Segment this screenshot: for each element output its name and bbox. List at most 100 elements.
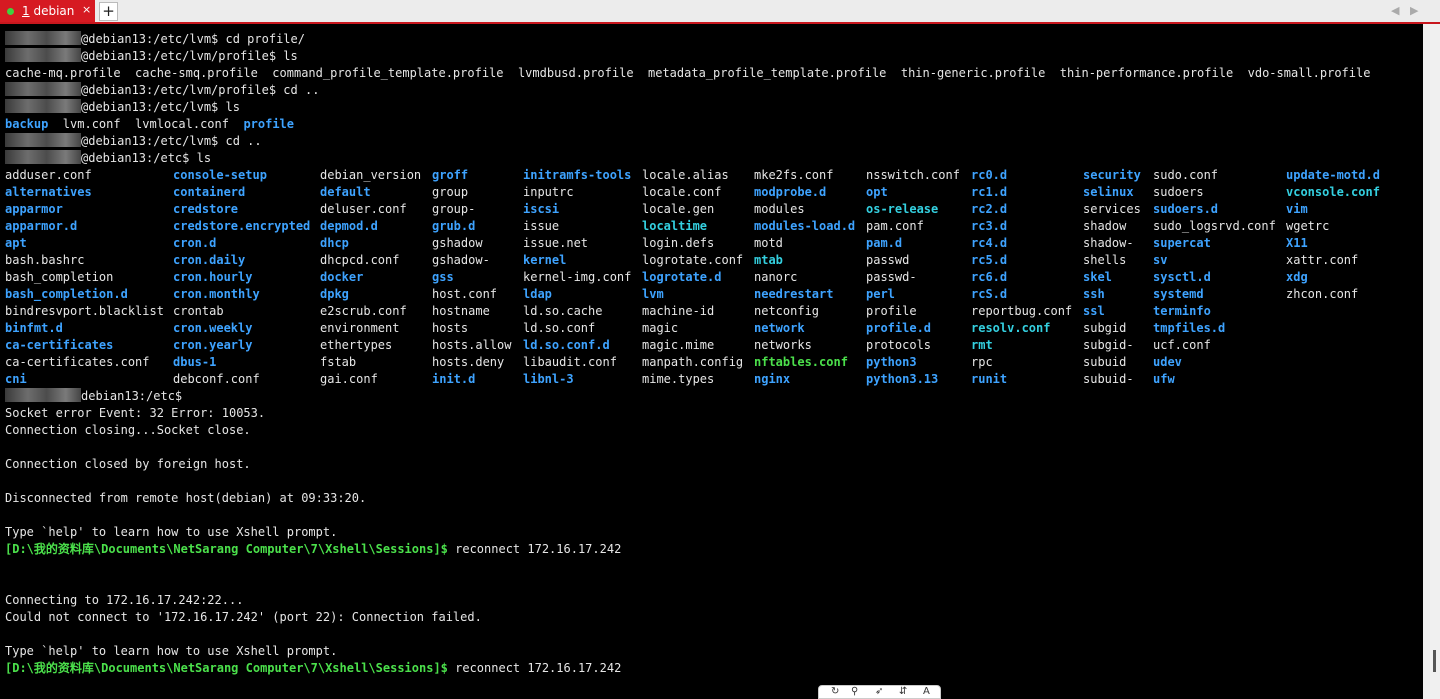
directory-name: binfmt.d	[5, 321, 63, 335]
directory-name: update-motd.d	[1286, 168, 1380, 182]
line-text: Type `help' to learn how to use Xshell p…	[5, 644, 338, 658]
line-text: Type `help' to learn how to use Xshell p…	[5, 525, 338, 539]
line-text: @debian13:/etc/lvm$ cd profile/	[81, 32, 305, 46]
file-name: mke2fs.conf	[754, 168, 834, 182]
directory-name: tmpfiles.d	[1153, 321, 1226, 335]
redacted-username	[5, 133, 81, 147]
directory-name: bash_completion.d	[5, 287, 128, 301]
file-name: wgetrc	[1286, 219, 1330, 233]
terminal-line: @debian13:/etc/lvm/profile$ cd ..	[5, 82, 319, 99]
file-name: group	[432, 185, 469, 199]
terminal-line: @debian13:/etc/lvm$ cd ..	[5, 133, 262, 150]
terminal-line: [D:\我的资料库\Documents\NetSarang Computer\7…	[5, 541, 621, 558]
directory-name: cron.d	[173, 236, 217, 250]
link-name: os-release	[866, 202, 939, 216]
tab-debian[interactable]: 1 debian ×	[0, 0, 95, 22]
directory-name: terminfo	[1153, 304, 1211, 318]
toolbar-icon[interactable]: A	[923, 686, 930, 697]
file-name: environment	[320, 321, 400, 335]
directory-name: rc4.d	[971, 236, 1008, 250]
directory-name: groff	[432, 168, 469, 182]
directory-name: security	[1083, 168, 1141, 182]
line-text: debian13:/etc$	[81, 389, 183, 403]
directory-name: cron.yearly	[173, 338, 253, 352]
line-text: @debian13:/etc/lvm$ cd ..	[81, 134, 262, 148]
directory-name: rcS.d	[971, 287, 1008, 301]
directory-name: cron.hourly	[173, 270, 253, 284]
directory-name: containerd	[173, 185, 246, 199]
directory-name: ld.so.conf.d	[523, 338, 610, 352]
file-name: hosts.deny	[432, 355, 505, 369]
directory-name: profile.d	[866, 321, 932, 335]
file-name: subuid	[1083, 355, 1127, 369]
directory-name: credstore	[173, 202, 239, 216]
file-name: debconf.conf	[173, 372, 260, 386]
file-name: modules	[754, 202, 805, 216]
link-name: vconsole.conf	[1286, 185, 1380, 199]
scroll-tabs-right-icon[interactable]: ▶	[1410, 4, 1418, 17]
scroll-tabs-left-icon[interactable]: ◀	[1391, 4, 1399, 17]
file-name: shells	[1083, 253, 1127, 267]
directory-name: needrestart	[754, 287, 834, 301]
terminal-output[interactable]: @debian13:/etc/lvm$ cd profile/ @debian13…	[0, 24, 1423, 699]
directory-name: console-setup	[173, 168, 267, 182]
directory-name: vim	[1286, 202, 1308, 216]
link-name: nftables.conf	[754, 355, 848, 369]
line-text: Connection closed by foreign host.	[5, 457, 251, 471]
redacted-username	[5, 388, 81, 402]
link-name: rmt	[971, 338, 993, 352]
directory-name: cron.daily	[173, 253, 246, 267]
toolbar-icon[interactable]: ⇵	[899, 686, 907, 697]
file-name: fstab	[320, 355, 357, 369]
new-tab-button[interactable]: +	[99, 2, 118, 21]
file-name: adduser.conf	[5, 168, 92, 182]
directory-name: rc2.d	[971, 202, 1008, 216]
line-text: @debian13:/etc$ ls	[81, 151, 212, 165]
floating-toolbar[interactable]: ↻ ⚲ ➶ ⇵ A	[818, 685, 941, 699]
directory-name: apparmor	[5, 202, 63, 216]
xshell-prompt: [D:\我的资料库\Documents\NetSarang Computer\7…	[5, 542, 448, 556]
line-text: reconnect 172.16.17.242	[447, 542, 622, 556]
directory-name: supercat	[1153, 236, 1211, 250]
file-name: sudoers	[1153, 185, 1204, 199]
file-name: magic	[642, 321, 679, 335]
file-name: reportbug.conf	[971, 304, 1073, 318]
toolbar-icon[interactable]: ➶	[875, 686, 883, 697]
file-name: hostname	[432, 304, 490, 318]
toolbar-icon[interactable]: ↻	[831, 686, 839, 697]
file-name: dhcpcd.conf	[320, 253, 400, 267]
file-name: bash_completion	[5, 270, 114, 284]
directory-name: sudoers.d	[1153, 202, 1219, 216]
terminal-line: Connection closing...Socket close.	[5, 422, 251, 439]
vertical-scrollbar[interactable]	[1423, 24, 1440, 699]
toolbar-icon[interactable]: ⚲	[851, 686, 858, 697]
directory-name: grub.d	[432, 219, 476, 233]
directory-name: skel	[1083, 270, 1112, 284]
file-name: shadow-	[1083, 236, 1134, 250]
connection-status-icon	[7, 8, 14, 15]
directory-name: kernel	[523, 253, 567, 267]
directory-name: xdg	[1286, 270, 1308, 284]
scrollbar-thumb[interactable]	[1433, 650, 1436, 672]
terminal-line: Connecting to 172.16.17.242:22...	[5, 592, 243, 609]
directory-name: lvm	[642, 287, 664, 301]
link-name: localtime	[642, 219, 708, 233]
file-name: services	[1083, 202, 1141, 216]
file-name: e2scrub.conf	[320, 304, 407, 318]
line-text: Could not connect to '172.16.17.242' (po…	[5, 610, 482, 624]
redacted-username	[5, 150, 81, 164]
directory-name: iscsi	[523, 202, 560, 216]
file-name: passwd	[866, 253, 910, 267]
file-name: locale.gen	[642, 202, 715, 216]
file-name: passwd-	[866, 270, 917, 284]
directory-name: cron.monthly	[173, 287, 260, 301]
file-name: subgid-	[1083, 338, 1134, 352]
line-text: @debian13:/etc/lvm/profile$ cd ..	[81, 83, 320, 97]
directory-name: profile	[243, 117, 295, 131]
directory-name: ssh	[1083, 287, 1105, 301]
directory-name: ca-certificates	[5, 338, 114, 352]
file-name: hosts	[432, 321, 469, 335]
directory-name: libnl-3	[523, 372, 574, 386]
close-icon[interactable]: ×	[82, 3, 91, 16]
file-name: kernel-img.conf	[523, 270, 632, 284]
